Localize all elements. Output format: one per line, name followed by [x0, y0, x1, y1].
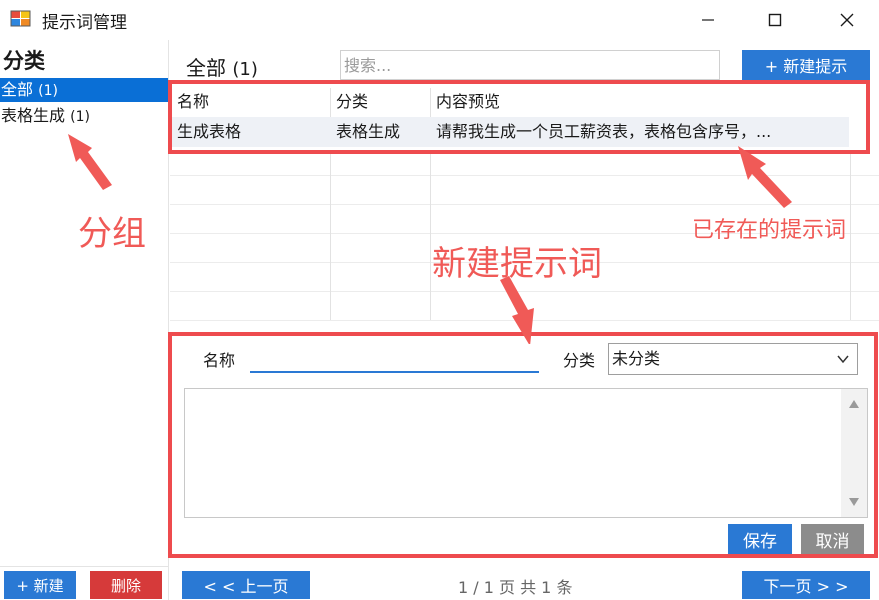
sidebar-item-label: 表格生成: [1, 106, 66, 125]
existing-prompts-highlight: [168, 80, 870, 154]
page-info: 1 / 1 页 共 1 条: [458, 578, 573, 597]
content-scrollbar[interactable]: [841, 389, 867, 517]
annotation-existing: 已存在的提示词: [692, 218, 847, 243]
sidebar-footer-divider: [0, 566, 168, 567]
close-button[interactable]: [824, 0, 870, 40]
sidebar-item-all[interactable]: 全部 (1): [0, 78, 168, 102]
maximize-button[interactable]: [752, 0, 798, 40]
sidebar-item-count: (1): [70, 109, 90, 125]
page-title-label: 全部: [186, 56, 226, 80]
next-page-button[interactable]: 下一页 > >: [742, 571, 870, 599]
name-input[interactable]: [250, 344, 539, 373]
app-icon: [10, 9, 32, 29]
category-select[interactable]: 未分类: [608, 343, 858, 375]
grid-line: [850, 150, 851, 320]
category-label: 分类: [563, 351, 596, 370]
grid-line: [170, 204, 879, 205]
new-prompt-button[interactable]: + 新建提示: [742, 50, 870, 80]
grid-line: [170, 175, 879, 176]
window-title: 提示词管理: [42, 13, 127, 33]
page-title-count: (1): [232, 59, 258, 80]
minimize-icon: [702, 19, 714, 21]
search-input[interactable]: [340, 50, 720, 80]
sidebar-item-label: 全部: [1, 80, 34, 99]
grid-line: [430, 150, 431, 320]
sidebar-item-table-generation[interactable]: 表格生成 (1): [0, 104, 168, 128]
grid-line: [330, 150, 331, 320]
scroll-up-icon[interactable]: [848, 399, 860, 409]
title-bar: [0, 0, 879, 40]
delete-category-button[interactable]: 删除: [90, 571, 162, 599]
maximize-icon: [768, 13, 782, 27]
chevron-down-icon: [837, 355, 849, 364]
annotation-group: 分组: [78, 214, 146, 254]
scroll-down-icon[interactable]: [848, 497, 860, 507]
category-select-value: 未分类: [612, 349, 661, 368]
grid-line: [170, 291, 879, 292]
new-category-button[interactable]: + 新建: [4, 571, 76, 599]
grid-line: [170, 320, 879, 321]
name-label: 名称: [203, 351, 236, 370]
prev-page-button[interactable]: < < 上一页: [182, 571, 310, 599]
minimize-button[interactable]: [685, 0, 731, 40]
page-title: 全部 (1): [186, 52, 258, 81]
annotation-new-prompt: 新建提示词: [432, 244, 602, 284]
content-textarea[interactable]: [184, 388, 868, 518]
save-button[interactable]: 保存: [728, 524, 792, 554]
sidebar-item-count: (1): [38, 83, 58, 99]
sidebar-heading: 分类: [3, 49, 45, 73]
close-icon: [840, 13, 854, 27]
cancel-button[interactable]: 取消: [801, 524, 864, 554]
